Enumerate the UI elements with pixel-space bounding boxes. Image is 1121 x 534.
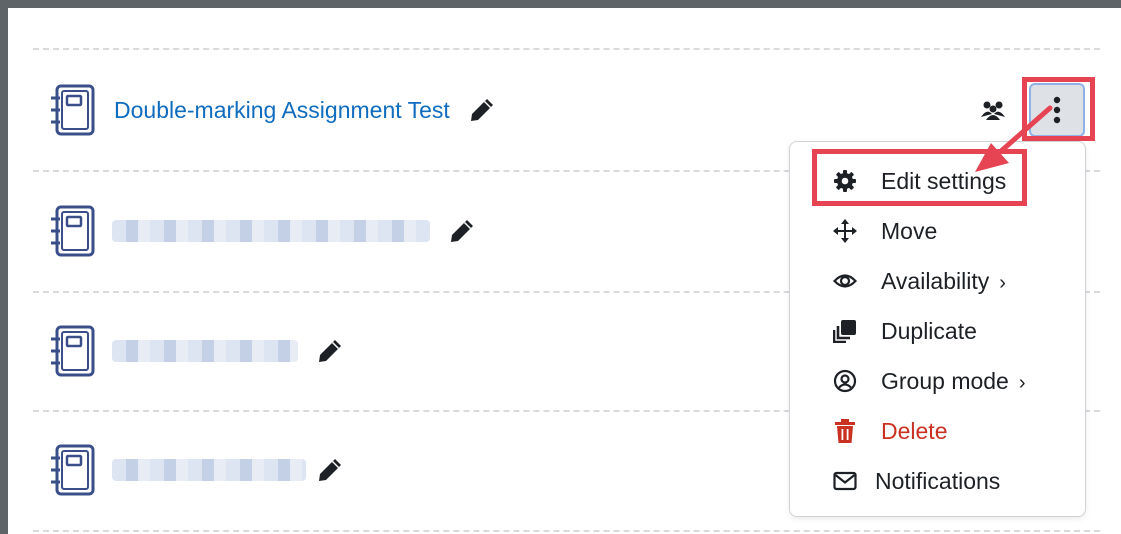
activity-row	[48, 201, 476, 261]
menu-item-duplicate[interactable]: Duplicate	[790, 306, 1087, 356]
trash-icon	[832, 418, 858, 444]
activity-row: Double-marking Assignment Test	[48, 80, 496, 140]
menu-item-label: Availability ›	[881, 267, 1006, 294]
pencil-icon[interactable]	[316, 337, 344, 365]
user-circle-icon	[832, 368, 858, 394]
pencil-icon[interactable]	[316, 456, 344, 484]
activity-title-redacted[interactable]	[112, 340, 298, 362]
menu-item-label: Notifications	[875, 467, 1001, 494]
envelope-icon	[832, 468, 858, 494]
pencil-icon[interactable]	[468, 96, 496, 124]
activity-row	[48, 321, 344, 381]
menu-item-label: Duplicate	[881, 317, 977, 344]
menu-item-delete[interactable]: Delete	[790, 406, 1087, 456]
assignment-notebook-icon	[51, 84, 95, 136]
annotation-highlight-box	[812, 149, 1027, 206]
assignment-notebook-icon	[51, 444, 95, 496]
pencil-icon[interactable]	[448, 217, 476, 245]
menu-item-group-mode[interactable]: Group mode ›	[790, 356, 1087, 406]
group-icon[interactable]	[980, 99, 1006, 121]
activity-row	[48, 440, 344, 500]
menu-item-label: Move	[881, 217, 938, 244]
move-arrows-icon	[832, 218, 858, 244]
chevron-right-icon: ›	[1018, 371, 1026, 394]
menu-item-label: Delete	[881, 417, 948, 444]
chevron-right-icon: ›	[999, 271, 1006, 294]
activity-title-link[interactable]: Double-marking Assignment Test	[114, 97, 450, 124]
menu-item-move[interactable]: Move	[790, 206, 1087, 256]
menu-item-availability[interactable]: Availability ›	[790, 256, 1087, 306]
assignment-notebook-icon	[51, 325, 95, 377]
menu-item-notifications[interactable]: Notifications	[790, 456, 1087, 506]
window-frame-top	[0, 0, 1121, 8]
window-frame-left	[0, 0, 8, 534]
eye-icon	[832, 268, 858, 294]
annotation-highlight-box	[1022, 77, 1095, 141]
divider	[33, 48, 1100, 50]
activity-title-redacted[interactable]	[112, 459, 306, 481]
duplicate-icon	[832, 318, 858, 344]
activity-title-redacted[interactable]	[112, 220, 430, 242]
divider	[33, 530, 1100, 532]
assignment-notebook-icon	[51, 205, 95, 257]
menu-item-label: Group mode ›	[881, 367, 1026, 394]
